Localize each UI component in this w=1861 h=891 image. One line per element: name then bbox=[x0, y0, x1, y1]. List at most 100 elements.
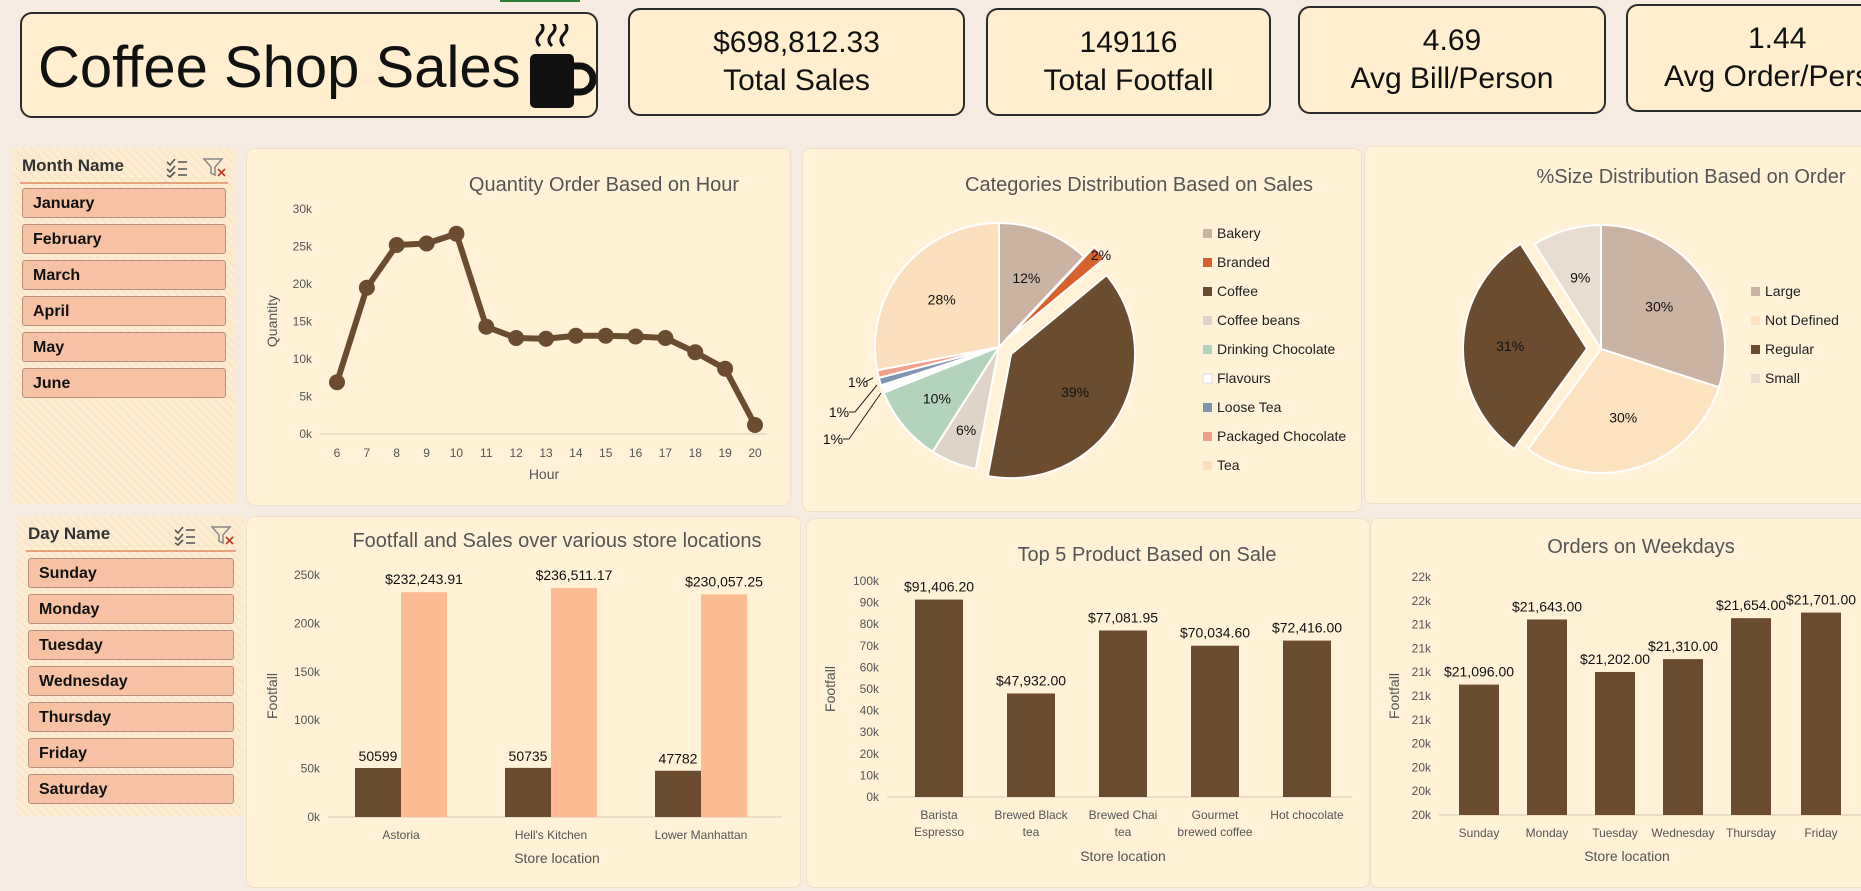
category-pie-chart: Categories Distribution Based on Sales 12… bbox=[823, 174, 1346, 480]
slicer-item-wednesday[interactable]: Wednesday bbox=[28, 666, 234, 696]
bar-sales bbox=[701, 594, 747, 817]
x-tick-label: Astoria bbox=[382, 828, 420, 842]
size-pie-chart: %Size Distribution Based on Order 30% 30% 3… bbox=[1462, 166, 1846, 474]
y-tick-label: 70k bbox=[860, 639, 880, 653]
y-tick-label: 20k bbox=[293, 277, 313, 291]
x-tick-label: 13 bbox=[539, 446, 553, 460]
coffee-mug-icon bbox=[530, 24, 596, 108]
bar-data-label: $230,057.25 bbox=[685, 573, 763, 589]
data-point bbox=[717, 360, 734, 377]
slice-data-label: 28% bbox=[928, 292, 956, 308]
kpi-value: 149116 bbox=[1079, 26, 1178, 59]
bar bbox=[1191, 645, 1239, 797]
data-point bbox=[627, 328, 644, 345]
bar-data-label: $72,416.00 bbox=[1272, 620, 1342, 636]
kpi-label: Total Sales bbox=[723, 64, 870, 97]
x-tick-label: 16 bbox=[629, 446, 643, 460]
slicer-item-saturday[interactable]: Saturday bbox=[28, 774, 234, 804]
kpi-label: Avg Order/Person bbox=[1664, 60, 1861, 93]
kpi-label: Total Footfall bbox=[1043, 64, 1214, 97]
y-tick-label: 21k bbox=[1412, 641, 1432, 655]
bar-data-label: $70,034.60 bbox=[1180, 625, 1250, 641]
slice-data-label: 9% bbox=[1570, 270, 1590, 286]
bar-data-label: 47782 bbox=[659, 751, 698, 767]
chart-title: Footfall and Sales over various store lo… bbox=[352, 530, 761, 552]
bar-data-label: $21,701.00 bbox=[1786, 592, 1856, 608]
day-slicer: Day Name Sunday Monday Tuesday Wednesday… bbox=[18, 516, 244, 816]
data-point bbox=[538, 330, 554, 347]
bar-data-label: $91,406.20 bbox=[904, 579, 974, 595]
y-tick-label: 22k bbox=[1412, 594, 1432, 608]
chart-title: Quantity Order Based on Hour bbox=[469, 174, 739, 196]
slice-data-label: 1% bbox=[823, 431, 843, 447]
slicer-item-tuesday[interactable]: Tuesday bbox=[28, 630, 234, 660]
title-card: Coffee Shop Sales bbox=[20, 12, 598, 118]
y-tick-label: 0k bbox=[866, 790, 880, 804]
multi-select-icon[interactable] bbox=[172, 524, 196, 546]
x-tick-label: Tuesday bbox=[1592, 826, 1638, 840]
size-pie-panel: %Size Distribution Based on Order 30% 30% 3… bbox=[1364, 146, 1861, 504]
bar-data-label: $77,081.95 bbox=[1088, 610, 1158, 626]
y-tick-label: 30k bbox=[860, 725, 880, 739]
y-tick-label: 100k bbox=[294, 713, 321, 727]
data-point bbox=[478, 318, 495, 335]
y-tick-label: 150k bbox=[294, 665, 321, 679]
bar bbox=[1801, 612, 1841, 815]
multi-select-icon[interactable] bbox=[164, 156, 188, 178]
slicer-item-january[interactable]: January bbox=[22, 188, 226, 218]
bar-data-label: 50735 bbox=[509, 748, 548, 764]
slicer-item-friday[interactable]: Friday bbox=[28, 738, 234, 768]
y-tick-label: 30k bbox=[293, 202, 313, 216]
y-tick-label: 10k bbox=[860, 768, 880, 782]
legend-label: Tea bbox=[1217, 457, 1240, 473]
clear-filter-icon[interactable] bbox=[202, 156, 228, 178]
slice-data-label: 30% bbox=[1645, 299, 1673, 315]
x-tick-label: Gourmet bbox=[1192, 808, 1239, 822]
slicer-item-april[interactable]: April bbox=[22, 296, 226, 326]
bar-data-label: $21,096.00 bbox=[1444, 664, 1514, 680]
category-pie-panel: Categories Distribution Based on Sales 12… bbox=[802, 148, 1362, 512]
data-point bbox=[358, 279, 375, 296]
slicer-item-sunday[interactable]: Sunday bbox=[28, 558, 234, 588]
y-tick-label: 40k bbox=[860, 704, 880, 718]
data-point bbox=[448, 225, 465, 242]
legend-swatch bbox=[1203, 432, 1212, 441]
top-products-bar-chart: Top 5 Product Based on Sale 0k 10k 20k 30k 40… bbox=[822, 544, 1352, 864]
clear-filter-icon[interactable] bbox=[210, 524, 236, 546]
legend-label: Coffee beans bbox=[1217, 312, 1300, 328]
y-tick-label: 20k bbox=[860, 747, 880, 761]
y-tick-label: 100k bbox=[853, 574, 880, 588]
x-tick-label: Espresso bbox=[914, 825, 964, 839]
top-accent-bar bbox=[500, 0, 580, 2]
slicer-item-june[interactable]: June bbox=[22, 368, 226, 398]
bar-data-label: $21,643.00 bbox=[1512, 598, 1582, 614]
y-tick-label: 21k bbox=[1412, 689, 1432, 703]
bar-data-label: $21,310.00 bbox=[1648, 638, 1718, 654]
bar-data-label: 50599 bbox=[359, 748, 398, 764]
bar bbox=[1007, 693, 1055, 797]
y-tick-label: 0k bbox=[307, 810, 321, 824]
slicer-item-february[interactable]: February bbox=[22, 224, 226, 254]
y-tick-label: 20k bbox=[1412, 808, 1432, 822]
x-axis-label: Store location bbox=[1584, 848, 1670, 864]
legend-label: Small bbox=[1765, 370, 1800, 386]
data-point bbox=[508, 330, 525, 346]
bar-data-label: $21,202.00 bbox=[1580, 651, 1650, 667]
slicer-item-may[interactable]: May bbox=[22, 332, 226, 362]
slice-data-label: 30% bbox=[1609, 409, 1637, 425]
slicer-item-thursday[interactable]: Thursday bbox=[28, 702, 234, 732]
y-axis-label: Footfall bbox=[822, 666, 838, 712]
slicer-item-march[interactable]: March bbox=[22, 260, 226, 290]
y-axis-label: Footfall bbox=[264, 673, 280, 719]
x-axis-label: Hour bbox=[529, 466, 560, 482]
legend-label: Loose Tea bbox=[1217, 399, 1282, 415]
x-tick-label: 15 bbox=[599, 446, 613, 460]
kpi-avg-bill: 4.69 Avg Bill/Person bbox=[1298, 6, 1606, 114]
y-tick-label: 0k bbox=[299, 427, 313, 441]
slice-data-label: 12% bbox=[1012, 270, 1040, 286]
series-line bbox=[334, 230, 758, 427]
store-location-bar-chart: Footfall and Sales over various store lo… bbox=[264, 530, 782, 866]
bar-data-label: $232,243.91 bbox=[385, 571, 463, 587]
x-tick-label: 14 bbox=[569, 446, 583, 460]
slicer-item-monday[interactable]: Monday bbox=[28, 594, 234, 624]
